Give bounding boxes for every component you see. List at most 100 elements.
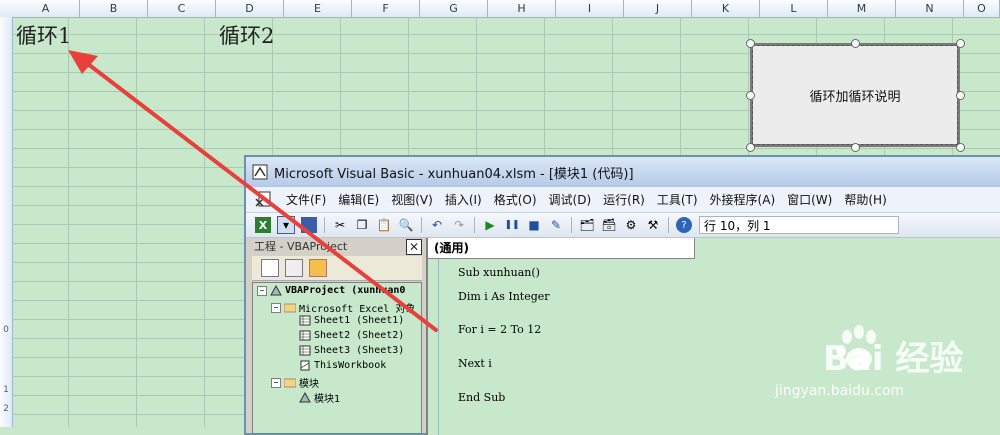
- toolbar-separator: [474, 217, 475, 233]
- cell-d1[interactable]: 循环2: [219, 20, 274, 50]
- redo-icon[interactable]: ↷: [451, 217, 467, 233]
- object-combo[interactable]: (通用): [428, 238, 695, 259]
- column-header-i[interactable]: I: [556, 0, 624, 17]
- tree-node-thisworkbook[interactable]: ThisWorkbook: [299, 360, 386, 371]
- column-header-d[interactable]: D: [216, 0, 284, 17]
- tree-node-label: Sheet3 (Sheet3): [314, 345, 405, 356]
- code-line[interactable]: Sub xunhuan(): [458, 266, 540, 279]
- project-pane-title: 工程 - VBAProject: [254, 240, 348, 253]
- excel-view-icon[interactable]: X: [255, 217, 271, 233]
- column-header-k[interactable]: K: [692, 0, 760, 17]
- sheet-icon: [299, 345, 311, 356]
- tree-node-sheet2[interactable]: Sheet2 (Sheet2): [299, 330, 404, 341]
- view-code-icon[interactable]: [261, 259, 279, 277]
- code-line[interactable]: End Sub: [458, 391, 505, 404]
- view-object-icon[interactable]: [285, 259, 303, 277]
- column-header-a[interactable]: A: [12, 0, 80, 17]
- column-header-h[interactable]: H: [488, 0, 556, 17]
- column-header-j[interactable]: J: [624, 0, 692, 17]
- column-header-b[interactable]: B: [80, 0, 148, 17]
- column-header-g[interactable]: G: [420, 0, 488, 17]
- menu-window[interactable]: 窗口(W): [781, 191, 838, 208]
- tree-node-sheet1[interactable]: Sheet1 (Sheet1): [299, 315, 404, 326]
- window-titlebar[interactable]: Microsoft Visual Basic - xunhuan04.xlsm …: [246, 157, 1000, 187]
- toolbar-separator: [571, 217, 572, 233]
- code-margin-indicator[interactable]: [428, 259, 439, 435]
- code-line[interactable]: Next i: [458, 357, 492, 370]
- resize-handle[interactable]: [851, 143, 860, 152]
- project-pane-titlebar[interactable]: 工程 - VBAProject ✕: [252, 238, 422, 256]
- column-header-f[interactable]: F: [352, 0, 420, 17]
- workbook-icon: [300, 360, 310, 371]
- toolbar-separator: [668, 217, 669, 233]
- resize-handle[interactable]: [746, 91, 755, 100]
- code-line[interactable]: Dim i As Integer: [458, 290, 550, 303]
- cursor-position-readout: 行 10，列 1: [699, 216, 899, 234]
- tree-node-excel-objects[interactable]: − Microsoft Excel 对象: [271, 300, 415, 315]
- tree-node-label: VBAProject (xunhuan0: [285, 285, 406, 296]
- project-explorer-icon[interactable]: 🗂: [579, 217, 595, 233]
- help-icon[interactable]: ?: [676, 217, 692, 233]
- break-icon[interactable]: ❚❚: [504, 217, 520, 233]
- menu-help[interactable]: 帮助(H): [838, 191, 892, 208]
- column-header-n[interactable]: N: [896, 0, 964, 17]
- code-line[interactable]: For i = 2 To 12: [458, 323, 541, 336]
- menu-format[interactable]: 格式(O): [488, 191, 543, 208]
- reset-icon[interactable]: ■: [526, 217, 542, 233]
- row-label[interactable]: 0: [0, 325, 12, 335]
- tree-node-sheet3[interactable]: Sheet3 (Sheet3): [299, 345, 404, 356]
- menu-insert[interactable]: 插入(I): [439, 191, 488, 208]
- module-doc-icon[interactable]: [254, 190, 274, 210]
- undo-icon[interactable]: ↶: [429, 217, 445, 233]
- close-icon[interactable]: ✕: [406, 239, 422, 255]
- resize-handle[interactable]: [956, 91, 965, 100]
- folder-icon: [284, 303, 296, 313]
- menu-debug[interactable]: 调试(D): [543, 191, 598, 208]
- save-icon[interactable]: [301, 217, 317, 233]
- menu-file[interactable]: 文件(F): [280, 191, 332, 208]
- properties-icon[interactable]: 🗃: [601, 217, 617, 233]
- column-header-m[interactable]: M: [828, 0, 896, 17]
- sheet-icon: [299, 330, 311, 341]
- column-header-o[interactable]: O: [964, 0, 1000, 17]
- cut-icon[interactable]: ✂: [332, 217, 348, 233]
- collapse-icon[interactable]: −: [257, 285, 267, 296]
- shape-label: 循环加循环说明: [809, 89, 901, 105]
- paste-icon[interactable]: 📋: [376, 217, 392, 233]
- run-icon[interactable]: ▶: [482, 217, 498, 233]
- tree-node-vbaproject[interactable]: − VBAProject (xunhuan0: [257, 285, 405, 296]
- collapse-icon[interactable]: −: [271, 302, 281, 313]
- collapse-icon[interactable]: −: [271, 377, 281, 388]
- menu-tools[interactable]: 工具(T): [651, 191, 704, 208]
- toggle-folders-icon[interactable]: [309, 259, 327, 277]
- menu-bar: 文件(F) 编辑(E) 视图(V) 插入(I) 格式(O) 调试(D) 运行(R…: [246, 187, 1000, 213]
- standard-toolbar: X ▾ ✂ ❐ 📋 🔍 ↶ ↷ ▶ ❚❚ ■ ✎ 🗂 🗃 ⚙ ⚒ ? 行 10，…: [246, 213, 1000, 238]
- tree-node-label: Sheet2 (Sheet2): [314, 330, 405, 341]
- resize-handle[interactable]: [746, 143, 755, 152]
- project-tree: − VBAProject (xunhuan0 − Microsoft Excel…: [252, 282, 422, 434]
- tree-node-module1[interactable]: 模块1: [299, 390, 340, 405]
- resize-handle[interactable]: [956, 39, 965, 48]
- row-label[interactable]: 1: [0, 385, 12, 395]
- menu-edit[interactable]: 编辑(E): [332, 191, 385, 208]
- module-icon: [299, 392, 311, 403]
- resize-handle[interactable]: [851, 39, 860, 48]
- text-box-shape[interactable]: 循环加循环说明: [750, 43, 960, 147]
- column-header-c[interactable]: C: [148, 0, 216, 17]
- row-label[interactable]: 2: [0, 404, 12, 414]
- copy-icon[interactable]: ❐: [354, 217, 370, 233]
- find-icon[interactable]: 🔍: [398, 217, 414, 233]
- toolbox-icon[interactable]: ⚒: [645, 217, 661, 233]
- resize-handle[interactable]: [956, 143, 965, 152]
- menu-addins[interactable]: 外接程序(A): [704, 191, 782, 208]
- column-header-l[interactable]: L: [760, 0, 828, 17]
- design-mode-icon[interactable]: ✎: [548, 217, 564, 233]
- menu-view[interactable]: 视图(V): [385, 191, 439, 208]
- resize-handle[interactable]: [746, 39, 755, 48]
- column-header-e[interactable]: E: [284, 0, 352, 17]
- cell-a1[interactable]: 循环1: [16, 20, 71, 50]
- menu-run[interactable]: 运行(R): [597, 191, 651, 208]
- insert-userform-icon[interactable]: ▾: [277, 216, 295, 234]
- tree-node-modules[interactable]: − 模块: [271, 375, 319, 390]
- object-browser-icon[interactable]: ⚙: [623, 217, 639, 233]
